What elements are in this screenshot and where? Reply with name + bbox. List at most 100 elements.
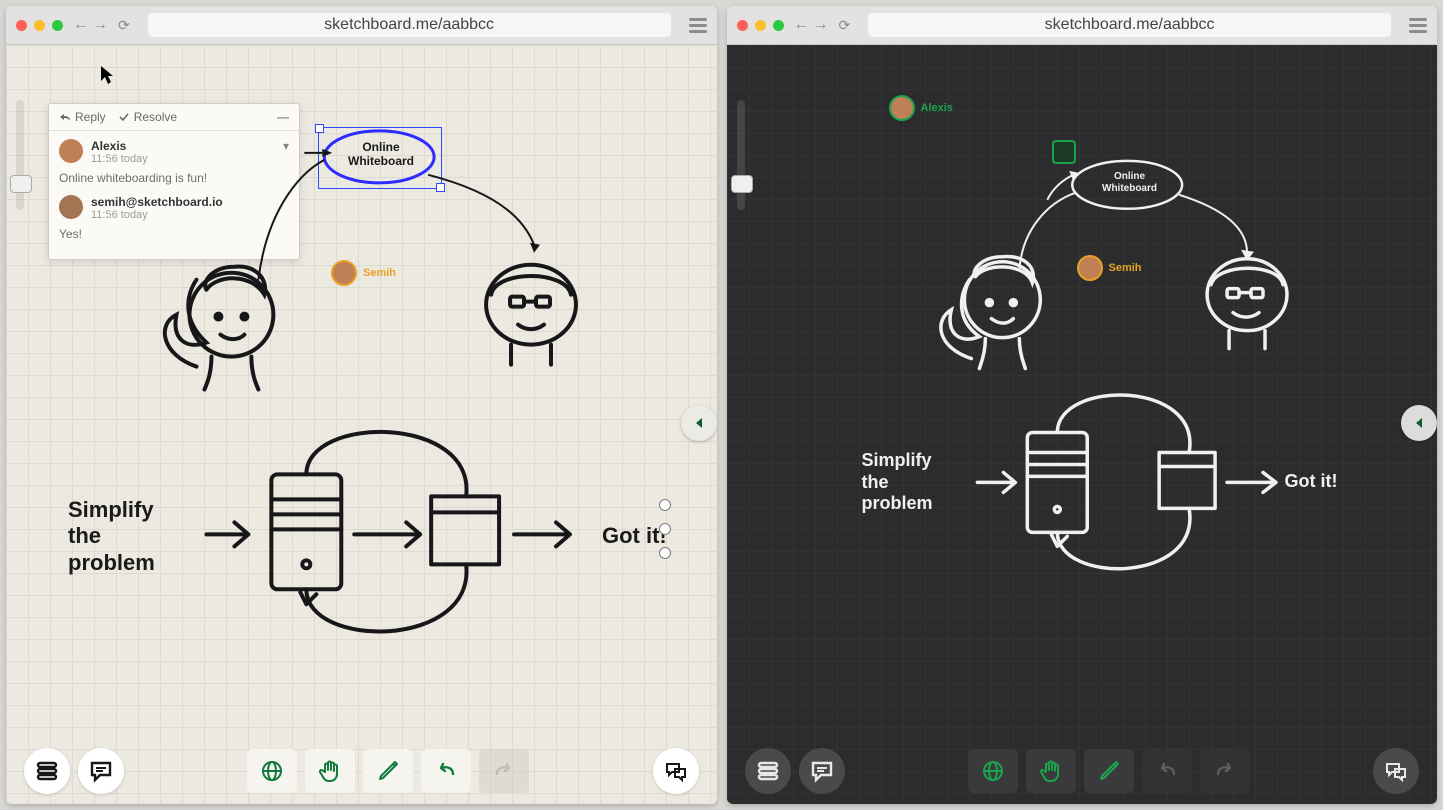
chat-button[interactable] xyxy=(653,748,699,794)
avatar xyxy=(331,260,357,286)
reload-icon[interactable]: ⟳ xyxy=(839,17,851,34)
oval-label: OnlineWhiteboard xyxy=(1095,171,1165,194)
comments-button[interactable] xyxy=(799,748,845,794)
zoom-thumb[interactable] xyxy=(731,175,753,193)
redo-icon xyxy=(1212,758,1238,784)
window-controls[interactable] xyxy=(737,20,784,31)
list-button[interactable] xyxy=(745,748,791,794)
list-icon xyxy=(755,758,781,784)
chevron-down-icon[interactable]: ▾ xyxy=(283,139,289,165)
back-icon[interactable]: ← xyxy=(794,16,810,34)
whiteboard-canvas[interactable]: Reply Resolve — Alexis 11:56 today xyxy=(6,45,717,804)
undo-icon xyxy=(1154,758,1180,784)
chat-icon xyxy=(1383,758,1409,784)
chat-button[interactable] xyxy=(1373,748,1419,794)
comment-message: Online whiteboarding is fun! xyxy=(59,171,289,185)
triangle-left-icon xyxy=(691,415,707,431)
hand-icon xyxy=(317,758,343,784)
comment-author: Alexis xyxy=(91,139,148,153)
comment-item: semih@sketchboard.io 11:56 today xyxy=(59,195,289,221)
presence-name: Alexis xyxy=(921,102,953,114)
minimize-icon[interactable] xyxy=(34,20,45,31)
avatar xyxy=(889,95,915,121)
reply-icon xyxy=(59,111,71,123)
comment-message: Yes! xyxy=(59,227,289,241)
comment-icon xyxy=(88,758,114,784)
zoom-thumb[interactable] xyxy=(10,175,32,193)
close-icon[interactable] xyxy=(16,20,27,31)
window-controls[interactable] xyxy=(16,20,63,31)
resize-handle[interactable] xyxy=(659,547,671,559)
forward-icon[interactable]: → xyxy=(813,16,829,34)
nav-arrows[interactable]: ← → xyxy=(794,16,829,34)
undo-button[interactable] xyxy=(421,749,471,793)
pencil-icon xyxy=(375,758,401,784)
avatar xyxy=(1077,255,1103,281)
comment-panel[interactable]: Reply Resolve — Alexis 11:56 today xyxy=(48,103,300,260)
resize-handle[interactable] xyxy=(659,523,671,535)
comment-author: semih@sketchboard.io xyxy=(91,195,223,209)
hand-button[interactable] xyxy=(1026,749,1076,793)
person-right-sketch xyxy=(486,265,576,365)
address-bar[interactable]: sketchboard.me/aabbcc xyxy=(148,13,671,37)
presence-badge: Alexis xyxy=(889,95,953,121)
zoom-icon[interactable] xyxy=(52,20,63,31)
menu-icon[interactable] xyxy=(1409,18,1427,33)
panel-toggle-button[interactable] xyxy=(681,405,717,441)
triangle-left-icon xyxy=(1411,415,1427,431)
zoom-slider[interactable] xyxy=(16,100,24,210)
hand-button[interactable] xyxy=(305,749,355,793)
check-icon xyxy=(118,111,130,123)
forward-icon[interactable]: → xyxy=(92,16,108,34)
presence-badge: Semih xyxy=(331,260,396,286)
simplify-label: Simplify the problem xyxy=(68,497,155,576)
undo-icon xyxy=(433,758,459,784)
nav-arrows[interactable]: ← → xyxy=(73,16,108,34)
draw-button[interactable] xyxy=(363,749,413,793)
redo-button[interactable] xyxy=(479,749,529,793)
draw-button[interactable] xyxy=(1084,749,1134,793)
browser-chrome: ← → ⟳ sketchboard.me/aabbcc xyxy=(727,6,1438,45)
presence-name: Semih xyxy=(1109,262,1142,274)
person-left-sketch xyxy=(165,267,274,390)
reload-icon[interactable]: ⟳ xyxy=(118,17,130,34)
close-icon[interactable] xyxy=(737,20,748,31)
globe-button[interactable] xyxy=(247,749,297,793)
globe-button[interactable] xyxy=(968,749,1018,793)
redo-icon xyxy=(491,758,517,784)
reply-button[interactable]: Reply xyxy=(59,110,106,124)
zoom-icon[interactable] xyxy=(773,20,784,31)
back-icon[interactable]: ← xyxy=(73,16,89,34)
minimize-icon[interactable] xyxy=(755,20,766,31)
browser-window-light: ← → ⟳ sketchboard.me/aabbcc Reply xyxy=(6,6,717,804)
sketch-layer xyxy=(727,45,1438,804)
simplify-label: Simplify the problem xyxy=(862,450,933,515)
presence-badge: Semih xyxy=(1077,255,1142,281)
cursor-icon xyxy=(100,65,114,85)
redo-button[interactable] xyxy=(1200,749,1250,793)
bottom-toolbar xyxy=(6,748,717,794)
globe-icon xyxy=(980,758,1006,784)
selected-shape[interactable] xyxy=(1052,140,1076,164)
collapse-icon[interactable]: — xyxy=(277,110,289,124)
comments-button[interactable] xyxy=(78,748,124,794)
comment-timestamp: 11:56 today xyxy=(91,153,148,165)
panel-toggle-button[interactable] xyxy=(1401,405,1437,441)
presence-name: Semih xyxy=(363,267,396,279)
comment-item: Alexis 11:56 today ▾ xyxy=(59,139,289,165)
resolve-label: Resolve xyxy=(134,110,177,124)
comment-timestamp: 11:56 today xyxy=(91,209,223,221)
undo-button[interactable] xyxy=(1142,749,1192,793)
menu-icon[interactable] xyxy=(689,18,707,33)
globe-icon xyxy=(259,758,285,784)
comment-icon xyxy=(809,758,835,784)
list-button[interactable] xyxy=(24,748,70,794)
whiteboard-canvas[interactable]: Alexis xyxy=(727,45,1438,804)
address-bar[interactable]: sketchboard.me/aabbcc xyxy=(868,13,1391,37)
resize-handle[interactable] xyxy=(659,499,671,511)
flow-sketch xyxy=(206,432,570,632)
zoom-slider[interactable] xyxy=(737,100,745,210)
browser-window-dark: ← → ⟳ sketchboard.me/aabbcc Alexis xyxy=(727,6,1438,804)
resolve-button[interactable]: Resolve xyxy=(118,110,177,124)
gotit-label: Got it! xyxy=(1285,471,1338,492)
